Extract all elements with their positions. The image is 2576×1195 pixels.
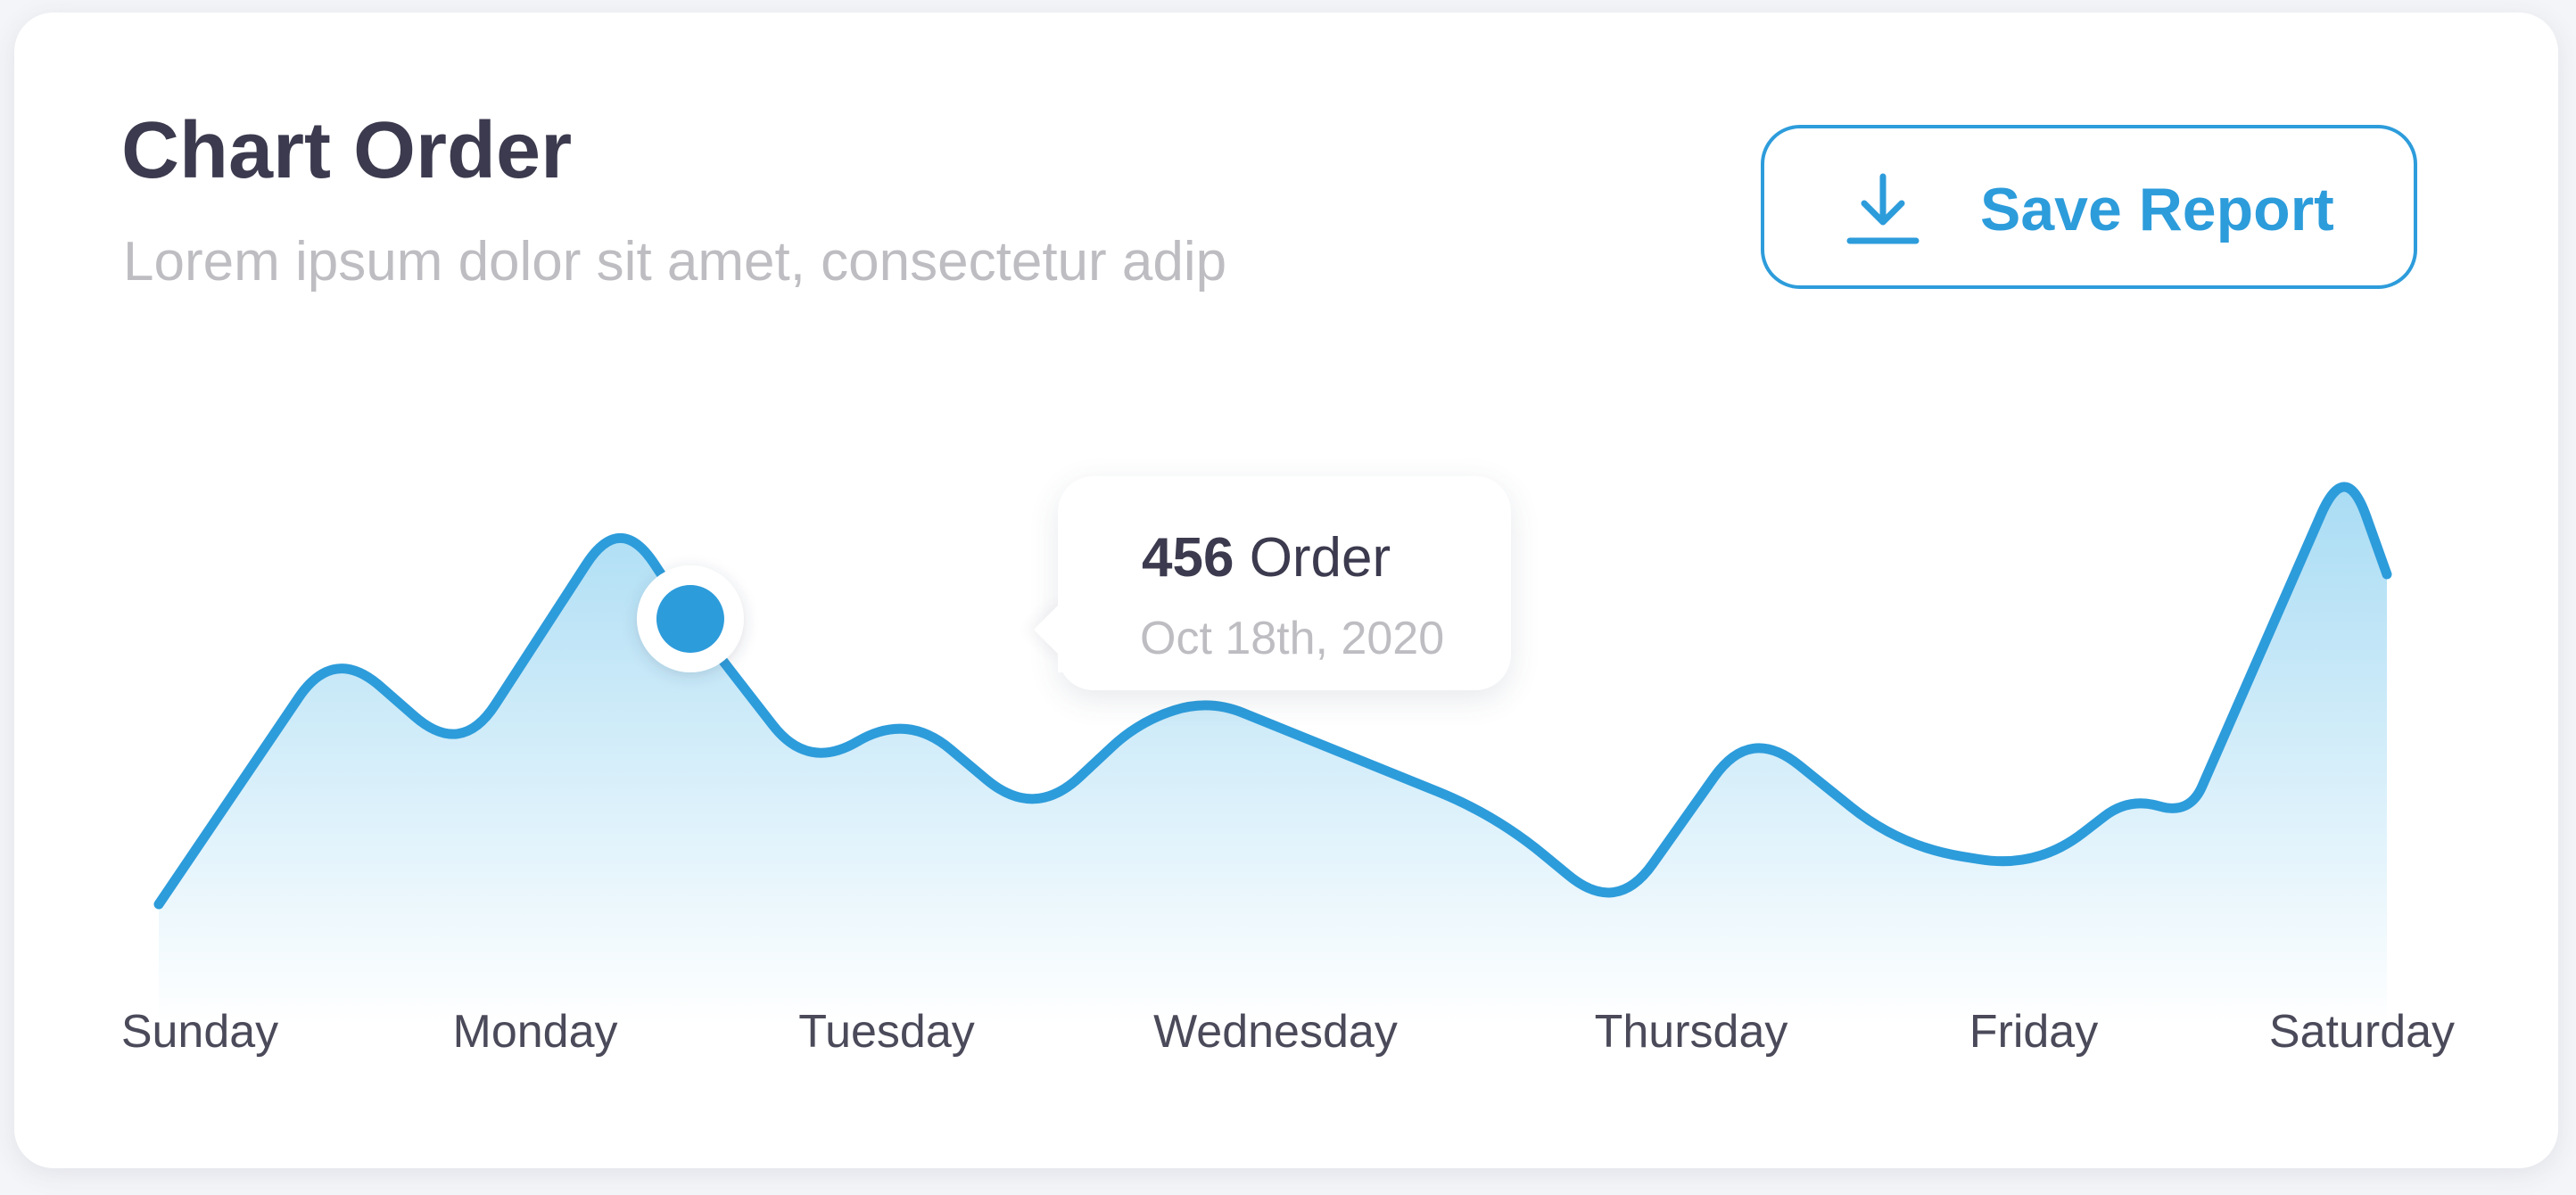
x-tick-label: Wednesday (1153, 1006, 1398, 1058)
tooltip-value: 456 (1142, 527, 1234, 589)
x-tick-label: Monday (453, 1006, 618, 1058)
tooltip-date: Oct 18th, 2020 (1140, 613, 1445, 664)
chart-order-card: Chart Order Lorem ipsum dolor sit amet, … (14, 12, 2558, 1168)
x-tick-label: Saturday (2269, 1006, 2455, 1058)
x-tick-label: Thursday (1595, 1006, 1788, 1058)
tooltip-unit: Order (1249, 527, 1391, 589)
x-tick-label: Tuesday (798, 1006, 975, 1058)
data-tooltip: 456 Order Oct 18th, 2020 (1033, 476, 1511, 690)
highlight-point[interactable] (656, 585, 724, 653)
x-tick-label: Sunday (121, 1006, 278, 1058)
tooltip-value-line: 456 Order (1142, 526, 1391, 589)
x-tick-label: Friday (1969, 1006, 2098, 1058)
